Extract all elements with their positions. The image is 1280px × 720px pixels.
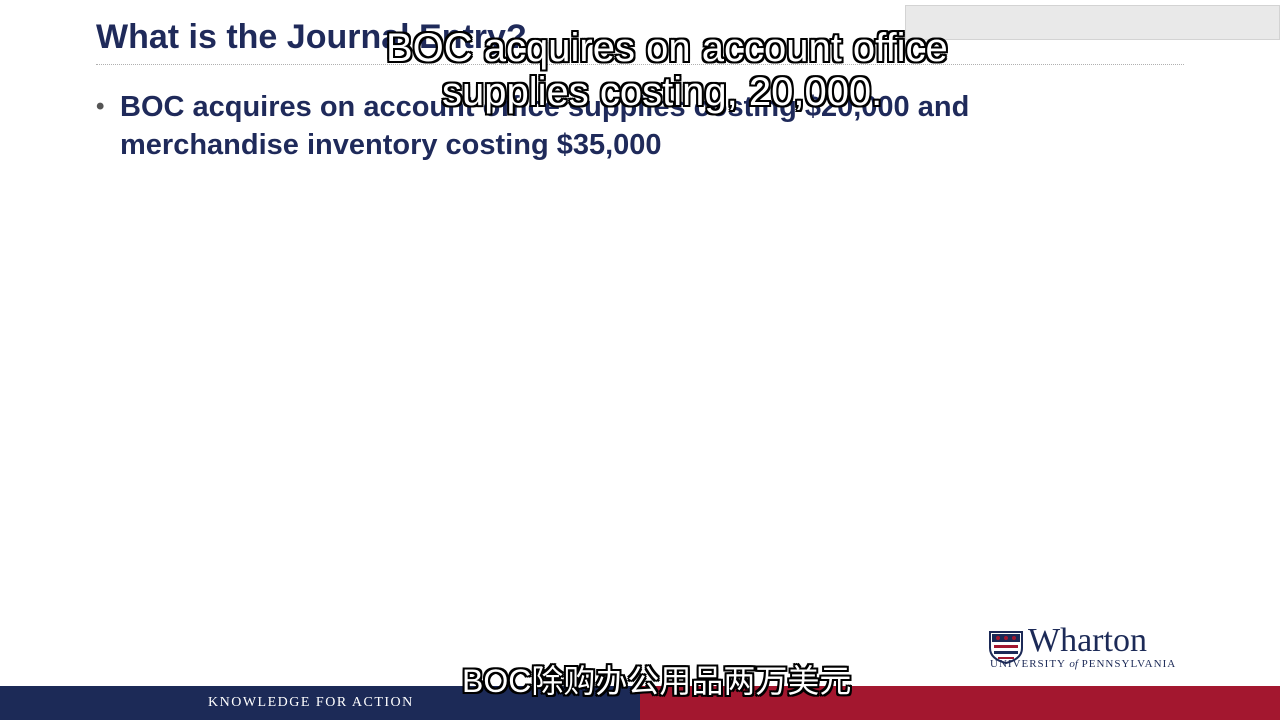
subtitle-caption-text: BOC acquires on account office <box>386 26 948 70</box>
slide: What is the Journal Entry? • BOC acquire… <box>0 0 1280 720</box>
subtitle-caption-top-line-2: supplies costing, 20,000. <box>0 70 1280 115</box>
subtitle-caption-top-line-1: BOC acquires on account office <box>0 26 1280 71</box>
subtitle-caption-text: supplies costing, 20,000. <box>442 70 883 114</box>
subtitle-caption-bottom: BOC除购办公用品两万美元 <box>0 656 1280 702</box>
subtitle-caption-text: BOC除购办公用品两万美元 <box>462 663 852 699</box>
wharton-wordmark: Wharton <box>1028 622 1147 659</box>
